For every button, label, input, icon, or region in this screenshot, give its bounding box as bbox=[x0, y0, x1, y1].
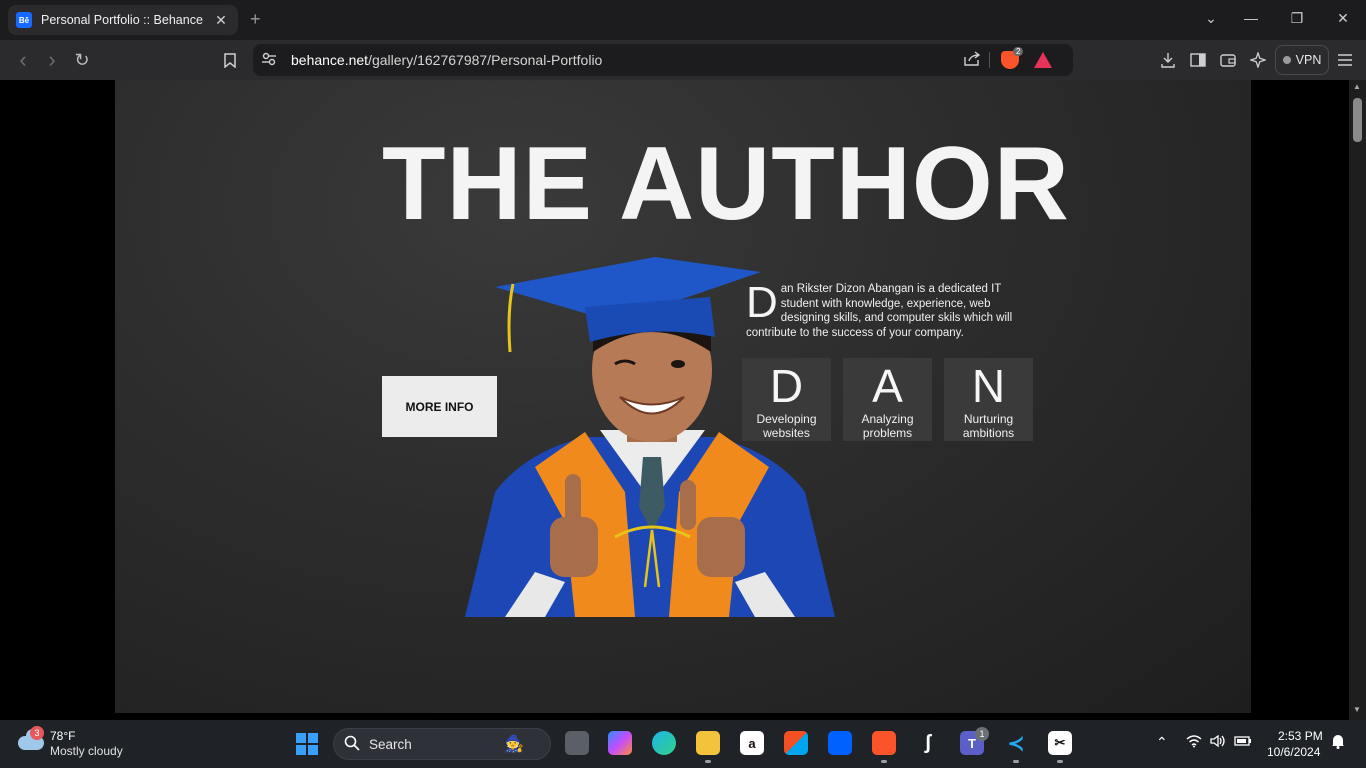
weather-temperature: 78°F bbox=[50, 729, 76, 743]
page-scrollbar[interactable]: ▲ ▼ bbox=[1349, 80, 1366, 720]
search-label: Search bbox=[369, 737, 412, 752]
show-hidden-icons-chevron-icon[interactable]: ⌃ bbox=[1156, 734, 1168, 751]
edge-icon[interactable] bbox=[652, 731, 676, 755]
hamburger-menu-icon bbox=[1338, 54, 1352, 66]
weather-description: Mostly cloudy bbox=[50, 744, 123, 758]
vpn-button[interactable]: VPN bbox=[1275, 45, 1329, 75]
browser-tab[interactable]: Bē Personal Portfolio :: Behance ✕ bbox=[8, 5, 238, 35]
share-icon[interactable] bbox=[963, 51, 981, 71]
bio-drop-cap: D bbox=[746, 278, 778, 327]
taskbar-search[interactable]: Search 🧙 bbox=[333, 728, 551, 760]
sparkle-icon bbox=[1250, 52, 1266, 68]
dropbox-icon[interactable] bbox=[828, 731, 852, 755]
battery-icon[interactable] bbox=[1234, 734, 1252, 750]
portfolio-artboard: THE AUTHOR MORE INFO D an Rikster Dizon … bbox=[115, 80, 1251, 713]
letter-card-n: N Nurturing ambitions bbox=[944, 358, 1033, 441]
search-highlight-icon: 🧙 bbox=[504, 736, 524, 753]
vscode-running-indicator bbox=[1013, 760, 1019, 763]
tab-strip: Bē Personal Portfolio :: Behance ✕ + ⌄ —… bbox=[0, 0, 1366, 40]
new-tab-button[interactable]: + bbox=[250, 9, 261, 30]
sidebar-button[interactable] bbox=[1187, 49, 1209, 71]
letter-d: D bbox=[769, 360, 804, 412]
tab-title: Personal Portfolio :: Behance bbox=[41, 13, 203, 27]
letter-card-a: A Analyzing problems bbox=[843, 358, 932, 441]
weather-widget[interactable]: 3 78°F Mostly cloudy bbox=[16, 726, 166, 762]
copilot-icon[interactable] bbox=[608, 731, 632, 755]
notifications-bell-icon[interactable] bbox=[1331, 734, 1345, 752]
tab-close-icon[interactable]: ✕ bbox=[212, 12, 230, 29]
shields-count-badge: 2 bbox=[1013, 47, 1024, 56]
file-explorer-running-indicator bbox=[705, 760, 711, 763]
clock-date[interactable]: 10/6/2024 bbox=[1267, 745, 1320, 759]
vpn-status-icon bbox=[1282, 56, 1291, 64]
dan-letter-cards: D Developing websites A Analyzing problems… bbox=[742, 358, 1033, 441]
letter-n-caption: Nurturing ambitions bbox=[962, 412, 1015, 440]
bio-text: an Rikster Dizon Abangan is a dedicated … bbox=[746, 283, 1013, 339]
file-explorer-icon[interactable] bbox=[696, 731, 720, 755]
scroll-down-arrow-icon[interactable]: ▼ bbox=[1353, 705, 1361, 714]
brave-running-indicator bbox=[881, 760, 887, 763]
scroll-thumb[interactable] bbox=[1353, 98, 1362, 142]
amazon-icon[interactable]: a bbox=[740, 731, 764, 755]
restore-button[interactable]: ❐ bbox=[1287, 10, 1307, 27]
url-text[interactable]: behance.net/gallery/162767987/Personal-P… bbox=[291, 52, 602, 68]
windows-taskbar: 3 78°F Mostly cloudy Search 🧙 a ʃ T 1 ≺ … bbox=[0, 720, 1366, 768]
teams-badge: 1 bbox=[975, 727, 989, 741]
url-path: /gallery/162767987/Personal-Portfolio bbox=[368, 52, 603, 68]
letter-n: N bbox=[971, 360, 1006, 412]
wallet-button[interactable] bbox=[1217, 49, 1239, 71]
back-button[interactable]: ‹ bbox=[12, 47, 34, 72]
letter-d-caption: Developing websites bbox=[756, 412, 817, 440]
url-separator bbox=[989, 52, 990, 68]
weather-badge: 3 bbox=[30, 726, 44, 740]
brave-icon[interactable] bbox=[872, 731, 896, 755]
reload-button[interactable]: ↻ bbox=[71, 49, 93, 71]
bookmark-icon bbox=[224, 52, 236, 68]
capcut-icon[interactable]: ✂ bbox=[1048, 731, 1072, 755]
volume-icon[interactable] bbox=[1210, 734, 1226, 751]
wallet-icon bbox=[1220, 54, 1236, 67]
task-view-icon[interactable] bbox=[565, 731, 589, 755]
letter-a-caption: Analyzing problems bbox=[861, 412, 914, 440]
main-menu-button[interactable] bbox=[1334, 49, 1356, 71]
leo-ai-button[interactable] bbox=[1247, 49, 1269, 71]
start-button[interactable] bbox=[296, 733, 318, 755]
download-icon bbox=[1161, 53, 1175, 68]
browser-toolbar: ‹ › ↻ behance.net/gallery/162767987/Pers… bbox=[0, 40, 1366, 80]
page-headline: THE AUTHOR bbox=[382, 126, 1070, 242]
url-host: behance.net bbox=[291, 52, 369, 68]
forward-button[interactable]: › bbox=[41, 47, 63, 72]
scroll-up-arrow-icon[interactable]: ▲ bbox=[1353, 82, 1361, 91]
microsoft-store-icon[interactable] bbox=[784, 731, 808, 755]
tab-search-dropdown-icon[interactable]: ⌄ bbox=[1201, 10, 1221, 27]
address-bar[interactable]: behance.net/gallery/162767987/Personal-P… bbox=[253, 44, 1073, 76]
bio-paragraph: D an Rikster Dizon Abangan is a dedicate… bbox=[746, 278, 1036, 340]
clock-time[interactable]: 2:53 PM bbox=[1278, 729, 1323, 743]
brave-rewards-icon[interactable] bbox=[1034, 52, 1052, 68]
minimize-button[interactable]: — bbox=[1241, 10, 1261, 26]
capcut-running-indicator bbox=[1057, 760, 1063, 763]
search-icon bbox=[344, 735, 360, 756]
capcut-app-icon[interactable]: ʃ bbox=[916, 731, 940, 755]
site-settings-icon[interactable] bbox=[261, 51, 277, 70]
bookmark-button[interactable] bbox=[219, 49, 241, 71]
close-window-button[interactable]: ✕ bbox=[1333, 10, 1353, 27]
wifi-icon[interactable] bbox=[1186, 734, 1202, 751]
letter-card-d: D Developing websites bbox=[742, 358, 831, 441]
vscode-icon[interactable]: ≺ bbox=[1004, 731, 1028, 755]
downloads-button[interactable] bbox=[1157, 49, 1179, 71]
letter-a: A bbox=[872, 360, 903, 412]
behance-favicon-icon: Bē bbox=[16, 12, 32, 28]
sidebar-icon bbox=[1190, 53, 1206, 67]
vpn-label: VPN bbox=[1295, 53, 1322, 67]
page-viewport: THE AUTHOR MORE INFO D an Rikster Dizon … bbox=[0, 80, 1366, 720]
